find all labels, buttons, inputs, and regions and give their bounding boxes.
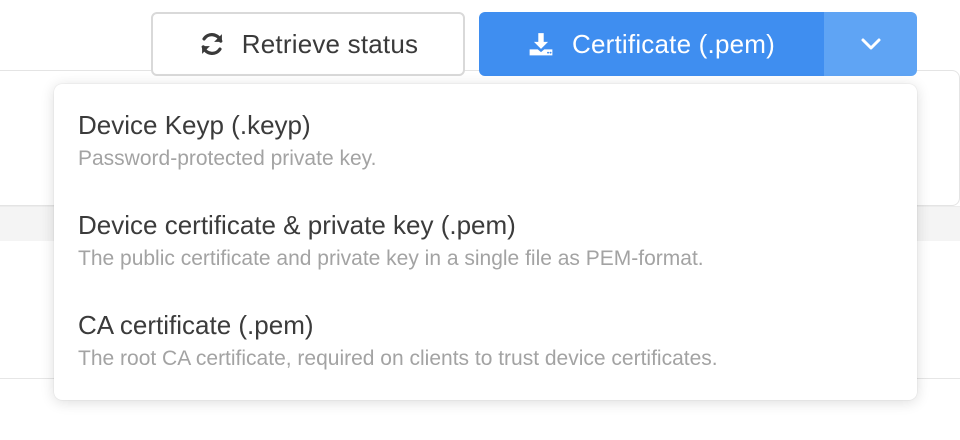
- certificate-label: Certificate (.pem): [572, 28, 775, 59]
- retrieve-status-label: Retrieve status: [241, 28, 419, 59]
- certificate-split-button: Certificate (.pem): [479, 12, 917, 76]
- download-certificate-button[interactable]: Certificate (.pem): [479, 12, 824, 76]
- menu-item-device-certificate-key[interactable]: Device certificate & private key (.pem) …: [54, 208, 917, 308]
- menu-item-description: The public certificate and private key i…: [78, 247, 704, 270]
- menu-item-description: Password-protected private key.: [78, 147, 377, 170]
- chevron-down-icon: [860, 37, 882, 51]
- retrieve-status-button[interactable]: Retrieve status: [151, 12, 465, 76]
- menu-item-ca-certificate[interactable]: CA certificate (.pem) The root CA certif…: [54, 308, 917, 408]
- refresh-icon: [198, 30, 226, 58]
- menu-item-description: The root CA certificate, required on cli…: [78, 347, 718, 370]
- download-icon: [528, 31, 554, 57]
- certificate-dropdown-toggle[interactable]: [824, 12, 917, 76]
- menu-item-device-keyp[interactable]: Device Keyp (.keyp) Password-protected p…: [54, 108, 917, 208]
- menu-item-title: CA certificate (.pem): [78, 310, 314, 340]
- menu-item-title: Device certificate & private key (.pem): [78, 210, 516, 240]
- certificate-dropdown-menu: Device Keyp (.keyp) Password-protected p…: [54, 84, 917, 400]
- menu-item-title: Device Keyp (.keyp): [78, 110, 311, 140]
